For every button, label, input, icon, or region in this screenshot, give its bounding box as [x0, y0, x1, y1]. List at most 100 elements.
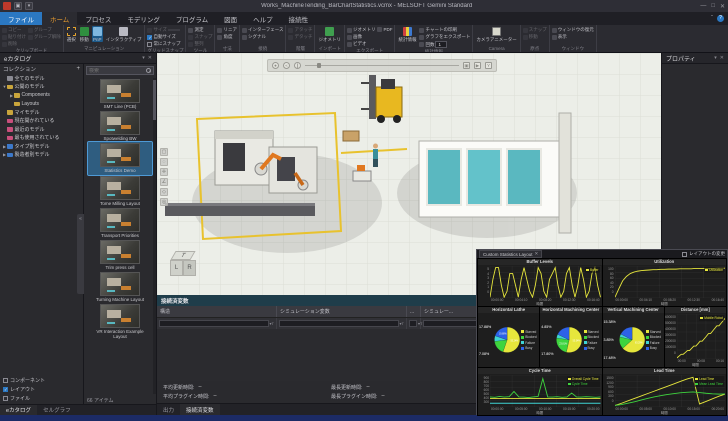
tree-item[interactable]: ▶製造者別モデル	[0, 151, 83, 160]
tree-item[interactable]: マイモデル	[0, 108, 83, 117]
ribbon-tab[interactable]: モデリング	[119, 12, 168, 25]
select-free-icon[interactable]: ◌	[160, 158, 168, 166]
column-header[interactable]: シミュレーション変数	[277, 306, 407, 317]
chart-lead-time[interactable]: Lead Time150012009006003000Lead TimeMean…	[603, 368, 727, 415]
ribbon-button[interactable]: 表示	[552, 34, 594, 40]
select-rect-icon[interactable]: ▢	[160, 148, 168, 156]
panel-tab[interactable]: eカタログ	[0, 405, 37, 415]
ribbon-button[interactable]: ジオメトリ	[317, 26, 342, 43]
checkbox-icon[interactable]	[3, 378, 8, 383]
checkbox-icon[interactable]: ✓	[147, 35, 152, 40]
column-header[interactable]: 構造	[157, 306, 277, 317]
save-icon[interactable]: ▣	[14, 2, 22, 10]
ribbon-value-field[interactable]	[168, 29, 180, 31]
help-icon[interactable]: ?	[717, 15, 724, 22]
record-icon[interactable]: ●	[272, 62, 279, 69]
cube-right-face[interactable]: R	[183, 260, 196, 276]
tree-item[interactable]: 最も使用されている	[0, 134, 83, 143]
ribbon-button[interactable]: 測定	[188, 27, 212, 33]
tree-item[interactable]: ▼公開のモデル	[0, 83, 83, 92]
checkbox-icon[interactable]: ✓	[3, 387, 8, 392]
ribbon-button[interactable]: 貼り付け	[2, 34, 26, 40]
ribbon-button[interactable]: PDF	[377, 27, 392, 32]
ribbon-button[interactable]: 画像	[347, 34, 376, 40]
panel-tab[interactable]: 出力	[157, 404, 180, 415]
properties-pin-icon[interactable]: ▾	[714, 55, 717, 61]
cube-top-face[interactable]: T	[170, 251, 195, 260]
ribbon-value-field[interactable]: 1	[435, 41, 447, 48]
ribbon-button[interactable]: インタラクティブ	[105, 26, 143, 43]
filter-funnel-icon[interactable]: ▾T	[270, 321, 274, 326]
chart-horizontal-machining-center[interactable]: Horizontal Machining Center4.85%17.80%53…	[540, 307, 601, 367]
cube-left-face[interactable]: L	[170, 260, 183, 276]
branch-icon[interactable]: Y	[485, 62, 492, 69]
panel-tab[interactable]: 接続済変数	[180, 404, 220, 415]
ribbon-button[interactable]: ウィンドウの復元	[552, 27, 594, 33]
chart-utilization[interactable]: Utilization100806040200Utilization00:00:…	[603, 259, 727, 306]
panel-tab[interactable]: セルグラフ	[37, 405, 77, 415]
statistics-tab-close-icon[interactable]: ✕	[535, 251, 539, 257]
filter-input[interactable]	[409, 320, 417, 327]
close-panel-icon[interactable]: ✕	[148, 55, 152, 61]
collapse-strip[interactable]: «	[77, 214, 84, 294]
ribbon-button[interactable]: シグナル	[242, 34, 284, 40]
catalog-item[interactable]: Trim press cell	[88, 239, 152, 271]
tree-item[interactable]: Layouts	[0, 100, 83, 109]
filter-checkbox[interactable]: コンポーネント	[3, 377, 80, 384]
measure-tool-icon[interactable]: ∠	[160, 178, 168, 186]
chart-cycle-time[interactable]: Cycle Time900800700600500400300Overall C…	[478, 368, 602, 415]
catalog-item[interactable]: Transport Priorities	[88, 207, 152, 239]
ribbon-button[interactable]: アタッチ	[288, 27, 312, 33]
ribbon-button[interactable]: 回数1	[419, 41, 470, 48]
filter-checkbox[interactable]: ファイル	[3, 395, 80, 402]
properties-close-icon[interactable]: ✕	[720, 55, 724, 61]
ribbon-button[interactable]: デタッチ	[288, 34, 312, 40]
ribbon-button[interactable]: チャートの印刷	[419, 27, 470, 33]
close-button[interactable]: ✕	[720, 3, 725, 10]
catalog-item[interactable]: VR Interaction Example Layout	[88, 303, 152, 340]
catalog-item[interactable]: Spotwelding BW	[88, 110, 152, 142]
catalog-item[interactable]: Turning Machine Layout	[88, 271, 152, 303]
origin-tool-icon[interactable]: ◎	[160, 198, 168, 206]
ribbon-button[interactable]: 削除	[2, 41, 26, 47]
filter-input[interactable]	[159, 320, 269, 327]
column-header[interactable]: ...	[407, 306, 421, 317]
catalog-item[interactable]: Statistics Demo	[88, 142, 152, 174]
filter-input[interactable]	[279, 320, 399, 327]
ribbon-tab[interactable]: プログラム	[168, 12, 216, 25]
ribbon-button[interactable]: 統計情報	[397, 26, 417, 43]
video-icon[interactable]: ▶	[474, 62, 481, 69]
ribbon-button[interactable]: スナップ	[188, 34, 212, 40]
tree-item[interactable]: ▶Components	[0, 91, 83, 100]
tree-item[interactable]: ▶タイプ別モデル	[0, 142, 83, 151]
tree-item[interactable]: 現在開かれている	[0, 117, 83, 126]
statistics-layout-tab[interactable]: Custom Statistics Layout ✕	[479, 250, 542, 258]
filter-checkbox[interactable]: ✓レイアウト	[3, 386, 80, 393]
ribbon-button[interactable]: グループ	[28, 27, 61, 33]
restart-icon[interactable]: «	[283, 62, 290, 69]
orientation-cube[interactable]: T L R	[167, 251, 201, 281]
ribbon-tab[interactable]: 接続性	[281, 12, 317, 25]
ribbon-tab[interactable]: プロセス	[77, 12, 119, 25]
ribbon-button[interactable]: ジオメトリ	[347, 27, 376, 33]
ribbon-button[interactable]: 選択	[66, 26, 77, 43]
ribbon-tab[interactable]: ホーム	[42, 12, 77, 25]
quick-access-dropdown-icon[interactable]: ▾	[25, 2, 33, 10]
ribbon-button[interactable]: リニア	[217, 27, 237, 33]
move-tool-icon[interactable]: ✛	[160, 168, 168, 176]
ribbon-button[interactable]: 移動	[79, 26, 90, 43]
catalog-scrollbar[interactable]	[153, 78, 156, 394]
ribbon-tab[interactable]: 図面	[216, 12, 245, 25]
chart-horizontal-lathe[interactable]: Horizontal Lathe17.88%7.08%55.24%19.80%S…	[478, 307, 539, 367]
ribbon-button[interactable]: 角度	[217, 34, 237, 40]
pin-icon[interactable]: ▾	[142, 55, 145, 61]
time-slider[interactable]	[305, 65, 459, 66]
catalog-item[interactable]: SMT Line (PCB)	[88, 78, 152, 110]
ribbon-button[interactable]: コピー	[2, 27, 26, 33]
ribbon-button[interactable]: サイズ	[147, 27, 180, 33]
ribbon-button[interactable]: インターフェース	[242, 27, 284, 33]
search-input[interactable]	[89, 68, 146, 74]
ribbon-tab[interactable]: ヘルプ	[245, 12, 281, 25]
search-icon[interactable]	[146, 68, 151, 73]
ribbon-button[interactable]: 整列	[188, 41, 212, 47]
